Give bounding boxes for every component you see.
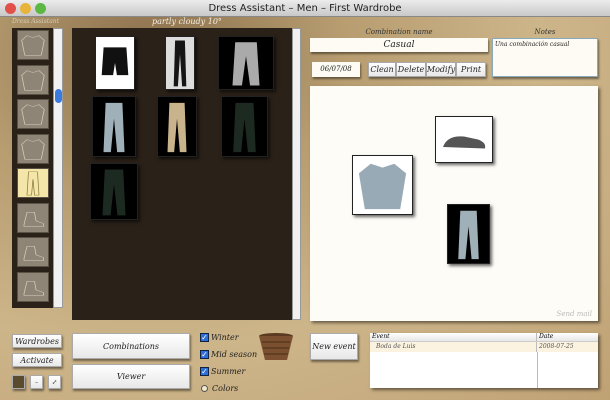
colors-label: Colors [212,384,239,393]
date-cell: 2008-07-25 [539,343,574,350]
canvas-grey-shoe[interactable] [435,116,493,163]
print-button[interactable]: Print [456,62,486,77]
events-table[interactable]: Event Date Boda de Luis 2008-07-25 [370,333,598,388]
modify-button[interactable]: Modify [426,62,456,77]
basket-icon[interactable] [258,332,294,362]
season-checkbox-1[interactable]: ✓ Mid season [200,350,257,359]
new-event-button[interactable]: New event [310,333,358,360]
category-sandal[interactable] [17,271,49,302]
notes-label: Notes [534,28,556,36]
wardrobes-button[interactable]: Wardrobes [12,334,62,348]
checkbox-icon[interactable]: ✓ [200,350,209,359]
season-label: Winter [211,333,239,342]
garment-khaki-pants[interactable] [157,96,197,157]
category-knit-sweater[interactable] [17,99,49,129]
checkbox-icon[interactable]: ✓ [200,333,209,342]
zoom-button[interactable] [35,3,46,14]
close-button[interactable] [5,3,16,14]
view-icon[interactable]: ~ [30,375,43,389]
category-boot[interactable] [17,202,49,233]
season-checkbox-0[interactable]: ✓ Winter [200,333,239,342]
combination-name-label: Combination name [365,28,433,36]
checkbox-icon[interactable]: ✓ [200,367,209,376]
colors-radio[interactable]: Colors [200,384,238,393]
garment-black-pants[interactable] [165,36,195,90]
date-field[interactable]: 06/07/08 [312,62,360,77]
weather-label: partly cloudy 10° [152,17,222,26]
notes-textarea[interactable]: Una combinación casual [492,38,598,77]
window-title: Dress Assistant – Men – First Wardrobe [208,3,402,14]
category-sweater[interactable] [17,30,49,60]
combinations-button[interactable]: Combinations [72,333,190,359]
resize-icon[interactable]: ⤢ [48,375,61,389]
category-t-shirt[interactable] [17,133,49,164]
category-shoe[interactable] [17,237,49,267]
app-label: Dress Assistant [12,18,60,25]
garment-grey-cargo-pants[interactable] [218,36,274,90]
send-mail-link[interactable]: Send mail [557,310,592,318]
grid-scrollbar[interactable] [292,28,301,320]
season-checkbox-2[interactable]: ✓ Summer [200,367,245,376]
combination-name-input[interactable]: Casual [310,38,488,52]
table-row[interactable]: Boda de Luis 2008-07-25 [370,342,598,352]
category-pants[interactable] [17,168,49,198]
season-label: Mid season [211,350,258,359]
season-label: Summer [211,367,246,376]
garment-dark-pants-2[interactable] [90,163,138,220]
photo-icon[interactable] [12,375,25,389]
event-cell: Boda de Luis [370,342,537,352]
garment-dark-pants[interactable] [221,96,268,157]
garment-light-jeans[interactable] [92,96,136,157]
activate-button[interactable]: Activate [12,353,62,367]
viewer-button[interactable]: Viewer [72,364,190,389]
category-scrollbar[interactable] [53,28,63,308]
column-header-event[interactable]: Event [370,333,537,341]
garment-black-shorts[interactable] [95,36,135,90]
canvas-light-jeans[interactable] [447,204,490,264]
canvas-blue-shirt[interactable] [352,155,413,215]
category-shirt[interactable] [17,64,49,95]
clean-button[interactable]: Clean [368,62,396,77]
delete-button[interactable]: Delete [396,62,426,77]
title-bar: Dress Assistant – Men – First Wardrobe [0,0,610,17]
minimize-button[interactable] [20,3,31,14]
column-header-date[interactable]: Date [537,333,553,341]
